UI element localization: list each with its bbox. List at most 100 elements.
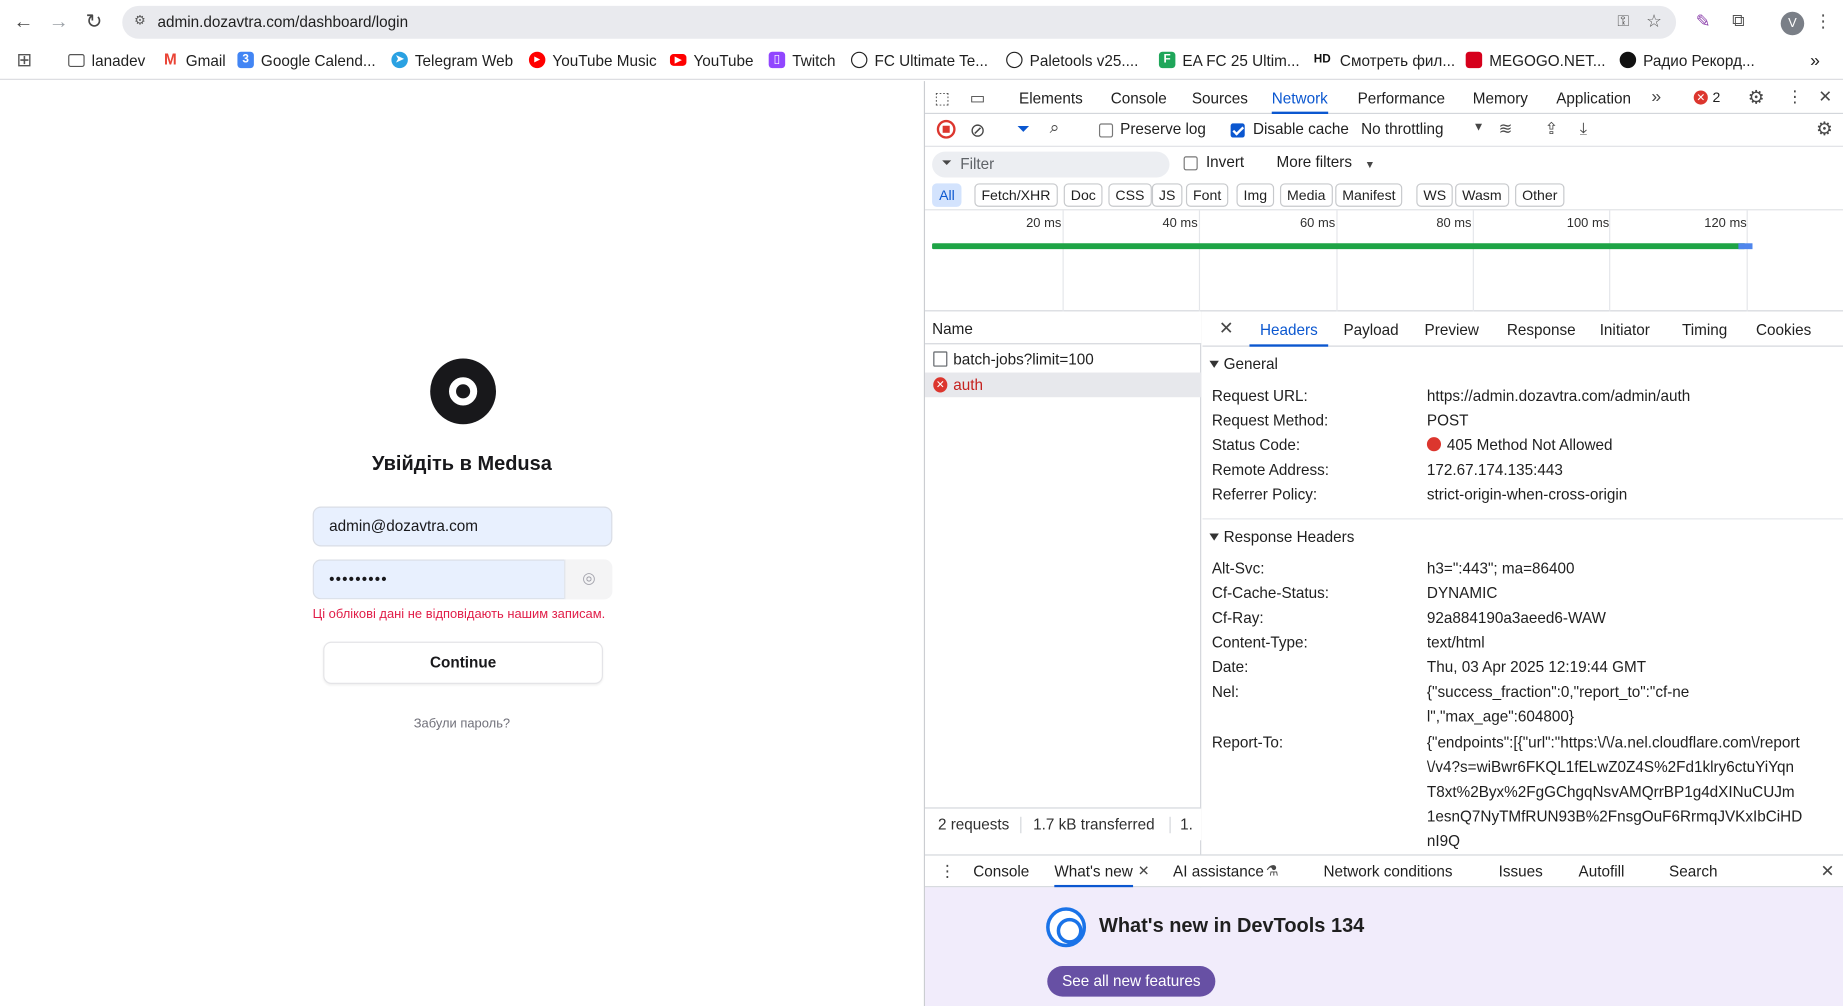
drawer-tab-network-conditions[interactable]: Network conditions — [1323, 856, 1452, 888]
site-info-icon[interactable]: ⚙ — [132, 13, 148, 29]
preserve-log-checkbox[interactable] — [1098, 123, 1114, 138]
bookmark-star-icon[interactable]: ☆ — [1646, 11, 1662, 32]
close-devtools-icon[interactable]: ✕ — [1818, 87, 1832, 107]
more-filters-dropdown[interactable]: More filters — [1276, 153, 1352, 171]
type-filter-js[interactable]: JS — [1151, 183, 1183, 207]
tab-network[interactable]: Network — [1271, 81, 1328, 114]
toggle-password-visibility[interactable]: ◎ — [564, 559, 613, 600]
bookmark-radio-record[interactable]: Радио Рекорд... — [1619, 46, 1755, 74]
export-har-icon[interactable]: ⤓ — [1580, 119, 1587, 139]
password-field[interactable]: ••••••••• — [312, 559, 565, 600]
type-filter-doc[interactable]: Doc — [1063, 183, 1103, 207]
chevron-down-icon[interactable]: ▼ — [1473, 121, 1485, 134]
url-text[interactable]: admin.dozavtra.com/dashboard/login — [158, 13, 409, 31]
extension-pen-icon[interactable]: ✎ — [1690, 11, 1716, 32]
extensions-puzzle-icon[interactable]: ⧉ — [1725, 11, 1751, 31]
device-toolbar-icon[interactable]: ▭ — [970, 88, 986, 108]
drawer-tab-autofill[interactable]: Autofill — [1579, 856, 1625, 888]
drawer-tab-whats-new[interactable]: What's new — [1054, 856, 1133, 888]
tab-payload[interactable]: Payload — [1343, 311, 1398, 346]
response-headers-section-header[interactable]: Response Headers — [1202, 522, 1843, 553]
more-bookmarks-icon[interactable]: » — [1810, 46, 1820, 74]
inspect-element-icon[interactable]: ⬚ — [934, 88, 950, 108]
network-overview-timeline[interactable]: 20 ms 40 ms 60 ms 80 ms 100 ms 120 ms — [925, 210, 1843, 312]
settings-gear-icon[interactable]: ⚙ — [1748, 86, 1765, 110]
general-section-header[interactable]: General — [1202, 349, 1843, 380]
drawer-tab-issues[interactable]: Issues — [1499, 856, 1543, 888]
bookmark-paletools[interactable]: Paletools v25.... — [1006, 46, 1138, 74]
forward-arrow-icon[interactable]: → — [45, 9, 73, 37]
network-settings-gear-icon[interactable]: ⚙ — [1816, 118, 1833, 142]
type-filter-wasm[interactable]: Wasm — [1455, 183, 1509, 207]
drawer-tab-search[interactable]: Search — [1669, 856, 1717, 888]
forgot-password-link[interactable]: Забули пароль? — [0, 717, 924, 731]
tab-sources[interactable]: Sources — [1192, 81, 1248, 114]
search-icon[interactable]: ⌕ — [1050, 118, 1060, 138]
chevron-down-icon[interactable]: ▼ — [1365, 159, 1375, 171]
type-filter-other[interactable]: Other — [1515, 183, 1565, 207]
drawer-tab-ai-assistance[interactable]: AI assistance — [1173, 856, 1264, 888]
close-details-icon[interactable]: ✕ — [1219, 317, 1234, 338]
bookmark-megogo[interactable]: MEGOGO.NET... — [1465, 46, 1606, 74]
address-bar[interactable]: ⚙ admin.dozavtra.com/dashboard/login ⚿ ☆ — [122, 5, 1677, 39]
invert-checkbox[interactable] — [1183, 156, 1198, 171]
bookmark-telegram[interactable]: ➤ Telegram Web — [391, 46, 513, 74]
filter-input[interactable]: Filter — [932, 151, 1170, 178]
type-filter-css[interactable]: CSS — [1108, 183, 1152, 207]
close-tab-icon[interactable]: ✕ — [1138, 863, 1150, 879]
tab-application[interactable]: Application — [1556, 81, 1631, 114]
type-filter-img[interactable]: Img — [1236, 183, 1275, 207]
tab-preview[interactable]: Preview — [1425, 311, 1479, 346]
name-column-header[interactable]: Name — [925, 311, 1202, 345]
type-filter-media[interactable]: Media — [1279, 183, 1333, 207]
tab-console[interactable]: Console — [1111, 81, 1167, 114]
record-stop-icon[interactable] — [936, 119, 956, 139]
see-all-new-features-button[interactable]: See all new features — [1047, 966, 1216, 997]
tab-response[interactable]: Response — [1507, 311, 1576, 346]
type-filter-font[interactable]: Font — [1185, 183, 1229, 207]
bookmark-twitch[interactable]: ▯ Twitch — [768, 46, 836, 74]
bookmark-gmail[interactable]: M Gmail — [162, 46, 226, 74]
more-tabs-icon[interactable]: » — [1651, 87, 1661, 107]
error-count-badge[interactable]: ✕ 2 — [1693, 89, 1720, 106]
header-key: Nel: — [1211, 682, 1239, 701]
bookmark-youtube[interactable]: ▶ YouTube — [669, 46, 754, 74]
apps-grid-icon[interactable]: ⊞ — [16, 46, 32, 74]
email-field[interactable]: admin@dozavtra.com — [312, 506, 613, 547]
close-drawer-icon[interactable]: ✕ — [1821, 861, 1835, 881]
password-key-icon[interactable]: ⚿ — [1617, 12, 1629, 31]
import-har-icon[interactable]: ⇪ — [1544, 119, 1558, 139]
tab-performance[interactable]: Performance — [1358, 81, 1445, 114]
type-filter-ws[interactable]: WS — [1416, 183, 1454, 207]
browser-menu-icon[interactable]: ⋮ — [1810, 11, 1836, 32]
request-row-batch-jobs[interactable]: batch-jobs?limit=100 — [925, 347, 1201, 372]
bookmark-youtube-music[interactable]: ▸ YouTube Music — [528, 46, 657, 74]
tab-cookies[interactable]: Cookies — [1756, 311, 1811, 346]
tab-initiator[interactable]: Initiator — [1600, 311, 1650, 346]
bookmark-fc-ultimate[interactable]: FC Ultimate Te... — [850, 46, 988, 74]
tab-timing[interactable]: Timing — [1682, 311, 1727, 346]
clear-icon[interactable]: ⊘ — [970, 119, 986, 143]
bookmark-ea-fc[interactable]: F EA FC 25 Ultim... — [1158, 46, 1300, 74]
network-conditions-wifi-icon[interactable]: ≋ — [1499, 119, 1513, 139]
continue-button[interactable]: Continue — [323, 641, 603, 684]
request-row-auth[interactable]: ✕ auth — [925, 372, 1202, 398]
bookmark-lanadev[interactable]: lanadev — [68, 46, 145, 74]
bookmark-google-calendar[interactable]: 3 Google Calend... — [237, 46, 376, 74]
reload-icon[interactable]: ↻ — [80, 9, 108, 37]
bookmark-hd-films[interactable]: HD Смотреть фил... — [1311, 46, 1455, 74]
throttling-select[interactable]: No throttling — [1361, 120, 1443, 138]
tab-memory[interactable]: Memory — [1473, 81, 1528, 114]
devtools-menu-icon[interactable]: ⋮ — [1787, 87, 1803, 107]
type-filter-all[interactable]: All — [932, 183, 962, 207]
tab-headers[interactable]: Headers — [1249, 311, 1329, 347]
drawer-menu-icon[interactable]: ⋮ — [939, 861, 955, 881]
back-arrow-icon[interactable]: ← — [9, 9, 37, 37]
type-filter-fetch-xhr[interactable]: Fetch/XHR — [974, 183, 1058, 207]
tab-elements[interactable]: Elements — [1019, 81, 1083, 114]
disable-cache-checkbox[interactable] — [1230, 123, 1245, 138]
filter-funnel-icon[interactable]: ⏷ — [1017, 119, 1030, 139]
profile-avatar[interactable]: V — [1780, 11, 1805, 36]
type-filter-manifest[interactable]: Manifest — [1335, 183, 1403, 207]
drawer-tab-console[interactable]: Console — [973, 856, 1029, 888]
